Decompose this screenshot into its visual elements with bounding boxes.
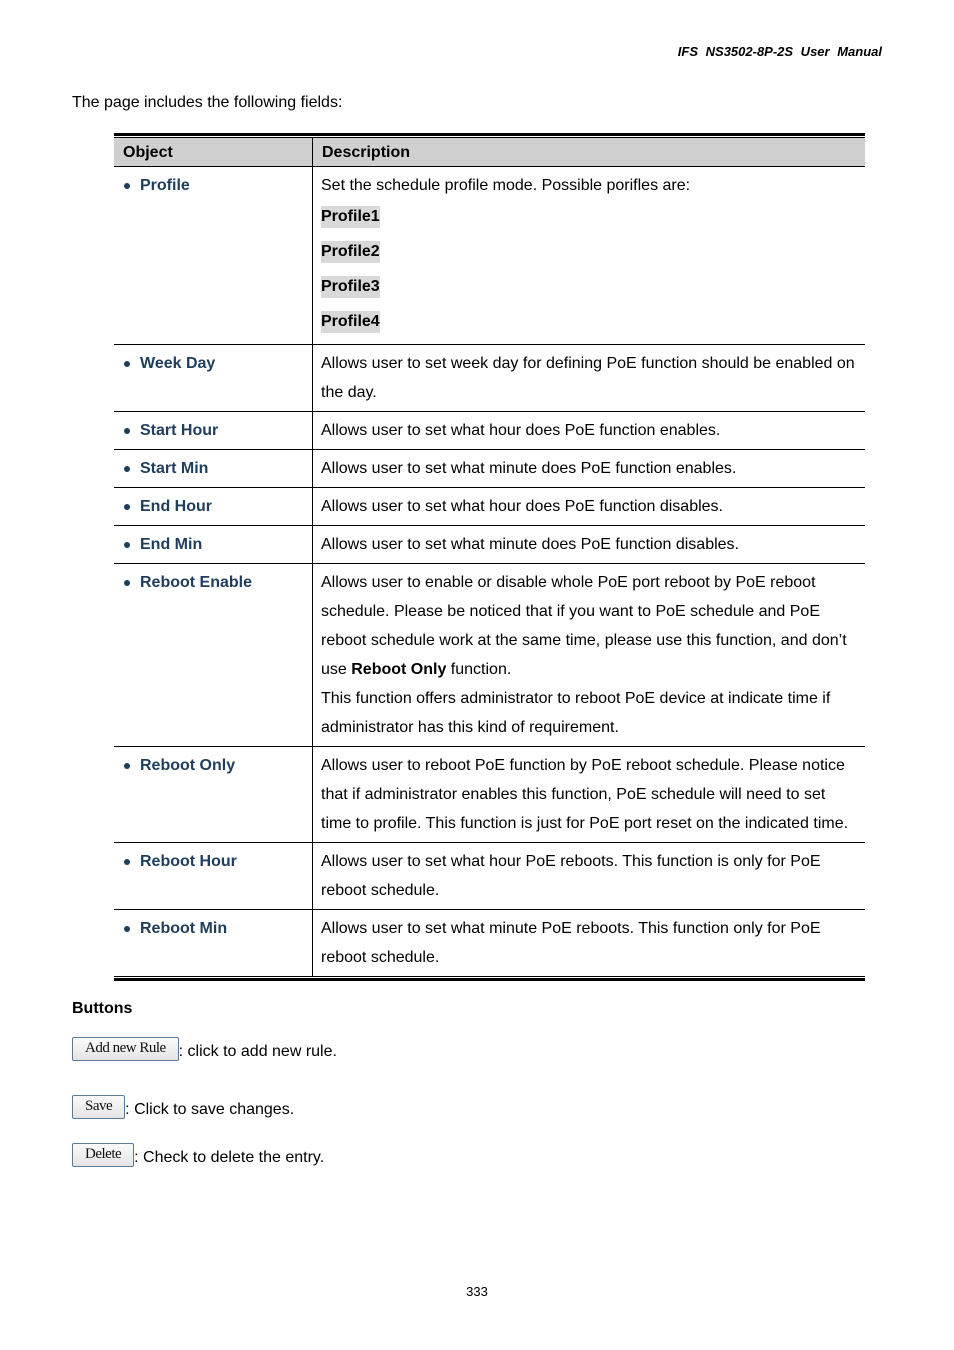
bullet-icon xyxy=(124,183,130,189)
profile-option: Profile2 xyxy=(321,241,380,263)
delete-button[interactable]: Delete xyxy=(72,1143,135,1167)
object-name: Week Day xyxy=(140,355,216,372)
page-number: 333 xyxy=(466,1284,488,1299)
bullet-icon xyxy=(124,763,130,769)
bullet-icon xyxy=(124,361,130,367)
description-text: Allows user to reboot PoE function by Po… xyxy=(312,746,865,843)
button-description-add: Add new Rule : click to add new rule. xyxy=(72,1037,337,1061)
bullet-icon xyxy=(124,859,130,865)
description-text: Allows user to set what hour PoE reboots… xyxy=(312,842,865,910)
profile-option: Profile3 xyxy=(321,276,380,298)
button-description-text: : click to add new rule. xyxy=(178,1043,337,1060)
description-text: Allows user to set what hour does PoE fu… xyxy=(312,411,865,450)
description-bold-term: Reboot Only xyxy=(351,661,447,678)
object-name: Profile xyxy=(140,177,190,194)
table-row: Reboot Hour Allows user to set what hour… xyxy=(114,842,865,910)
table-row: Reboot Min Allows user to set what minut… xyxy=(114,909,865,976)
table-row: Reboot Only Allows user to reboot PoE fu… xyxy=(114,746,865,843)
description-text: Allows user to set week day for defining… xyxy=(312,344,865,412)
description-text: Allows user to set what minute PoE reboo… xyxy=(321,920,821,966)
profile-option: Profile1 xyxy=(321,206,380,228)
table-row: End Hour Allows user to set what hour do… xyxy=(114,487,865,526)
object-name: Reboot Enable xyxy=(140,574,253,591)
add-new-rule-button[interactable]: Add new Rule xyxy=(72,1037,179,1061)
bullet-icon xyxy=(124,466,130,472)
table-row: Start Min Allows user to set what minute… xyxy=(114,449,865,488)
table-row: End Min Allows user to set what minute d… xyxy=(114,525,865,564)
object-name: Start Min xyxy=(140,460,209,477)
description-text: Allows user to set what hour does PoE fu… xyxy=(312,487,865,526)
bullet-icon xyxy=(124,428,130,434)
bullet-icon xyxy=(124,504,130,510)
button-description-text: : Click to save changes. xyxy=(125,1101,295,1118)
description-text: Allows user to set what minute does PoE … xyxy=(312,525,865,564)
description-text: Set the schedule profile mode. Possible … xyxy=(321,177,691,194)
profile-option: Profile4 xyxy=(321,311,380,333)
bullet-icon xyxy=(124,542,130,548)
description-text: Allows user to enable or disable whole P… xyxy=(321,568,857,684)
table-row: Profile Set the schedule profile mode. P… xyxy=(114,166,865,345)
button-description-text: : Check to delete the entry. xyxy=(134,1149,325,1166)
save-button[interactable]: Save xyxy=(72,1095,126,1119)
button-description-save: Save : Click to save changes. xyxy=(72,1095,294,1119)
table-row: Week Day Allows user to set week day for… xyxy=(114,344,865,412)
table-bottom-rule xyxy=(114,976,865,981)
object-name: End Min xyxy=(140,536,203,553)
fields-table: Object Description Profile Set the sched… xyxy=(114,133,865,981)
button-description-delete: Delete : Check to delete the entry. xyxy=(72,1143,324,1167)
bullet-icon xyxy=(124,580,130,586)
header-object: Object xyxy=(114,138,313,167)
intro-text: The page includes the following fields: xyxy=(72,94,343,111)
description-text: Allows user to set what minute does PoE … xyxy=(312,449,865,488)
description-text-part: function. xyxy=(446,661,512,678)
bullet-icon xyxy=(124,926,130,932)
description-extra: This function offers administrator to re… xyxy=(321,690,831,736)
object-name: Reboot Min xyxy=(140,920,228,937)
object-name: Reboot Only xyxy=(140,757,236,774)
table-row: Start Hour Allows user to set what hour … xyxy=(114,411,865,450)
object-name: End Hour xyxy=(140,498,212,515)
buttons-heading: Buttons xyxy=(72,1000,133,1017)
header-description: Description xyxy=(312,138,865,167)
object-name: Reboot Hour xyxy=(140,853,237,870)
table-row: Reboot Enable Allows user to enable or d… xyxy=(114,563,865,747)
object-name: Start Hour xyxy=(140,422,219,439)
document-header: IFS NS3502-8P-2S User Manual xyxy=(677,44,882,59)
